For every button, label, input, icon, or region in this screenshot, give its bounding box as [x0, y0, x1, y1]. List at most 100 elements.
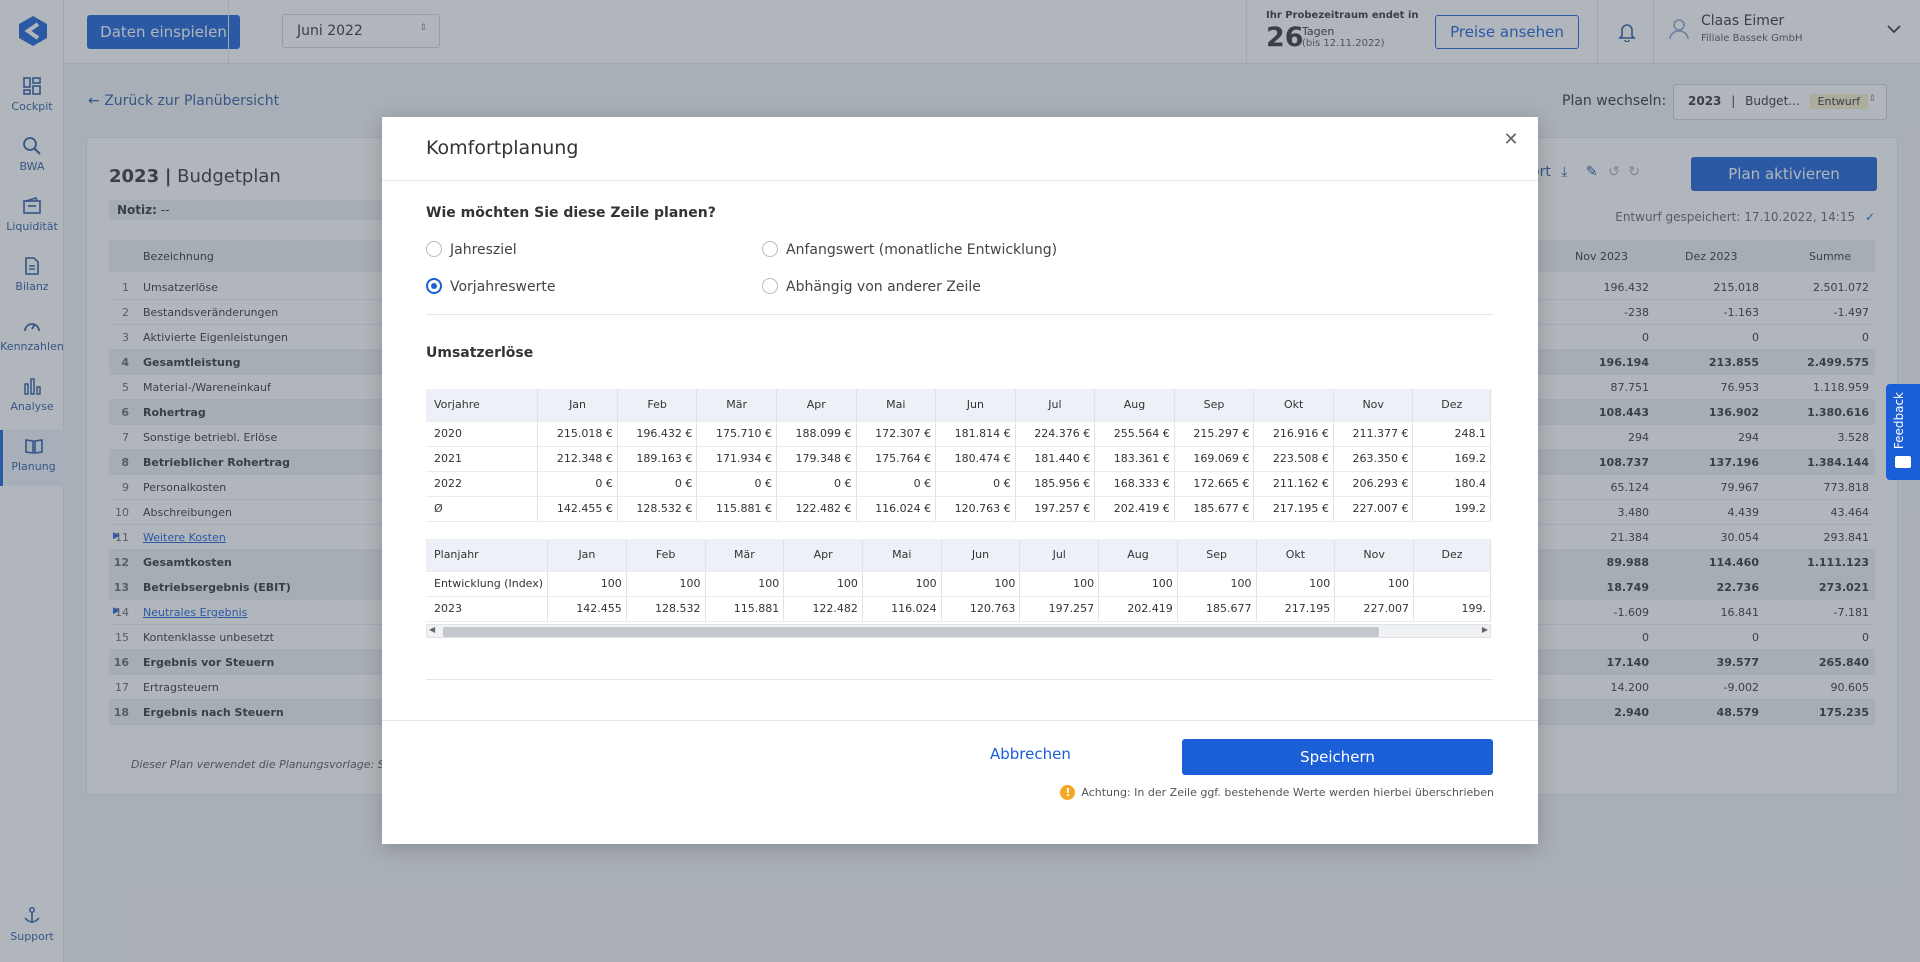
month-header-cell: Sep	[1174, 389, 1255, 422]
value-cell: 197.257	[1019, 596, 1100, 622]
table-row: 2023 142.455 128.532 115.881 122.482 116.024 1…	[426, 596, 1491, 622]
overwrite-warning: ! Achtung: In der Zeile ggf. bestehende W…	[1060, 785, 1494, 800]
feedback-tab[interactable]: Feedback	[1886, 384, 1920, 480]
table-row: Entwicklung (Index) 100 100 100 100 100 100 100…	[426, 571, 1491, 597]
value-cell: 224.376 €	[1015, 421, 1096, 447]
value-cell: 168.333 €	[1094, 471, 1175, 497]
option-vorjahreswerte[interactable]: Vorjahreswerte	[426, 278, 555, 298]
section-title: Umsatzerlöse	[426, 345, 534, 361]
option-jahresziel[interactable]: Jahresziel	[426, 241, 517, 261]
value-cell: 142.455 €	[537, 496, 618, 522]
value-cell[interactable]: 100	[941, 571, 1021, 597]
value-cell: 0 €	[776, 471, 857, 497]
value-cell[interactable]: 100	[547, 571, 627, 597]
value-cell[interactable]: 100	[783, 571, 863, 597]
option-anfangswert[interactable]: Anfangswert (monatliche Entwicklung)	[762, 241, 1057, 261]
value-cell: 116.024	[862, 596, 942, 622]
close-icon[interactable]: ✕	[1502, 131, 1520, 149]
value-cell: 211.377 €	[1333, 421, 1414, 447]
table-header-row: Vorjahre Jan Feb Mär Apr Mai Jun Jul Aug Sep Okt No…	[426, 389, 1491, 422]
scroll-right-icon[interactable]: ▶	[1482, 625, 1488, 634]
value-cell: 185.677 €	[1174, 496, 1255, 522]
month-header-cell: Feb	[617, 389, 698, 422]
value-cell: 0 €	[617, 471, 698, 497]
value-cell: 202.419 €	[1094, 496, 1175, 522]
cancel-button[interactable]: Abbrechen	[990, 745, 1071, 763]
value-cell[interactable]	[1413, 571, 1491, 597]
chat-icon	[1895, 456, 1911, 468]
month-header-cell: Jun	[935, 389, 1016, 422]
warning-text: Achtung: In der Zeile ggf. bestehende We…	[1081, 786, 1494, 799]
horizontal-scrollbar[interactable]: ◀ ▶	[426, 624, 1491, 638]
planning-question: Wie möchten Sie diese Zeile planen?	[426, 205, 716, 221]
scrollbar-thumb[interactable]	[443, 627, 1379, 637]
month-header-cell: Sep	[1177, 539, 1257, 572]
value-cell: 183.361 €	[1094, 446, 1175, 472]
value-cell[interactable]: 100	[1098, 571, 1178, 597]
row-label: 2021	[426, 446, 539, 472]
value-cell: 216.916 €	[1253, 421, 1334, 447]
row-label: Ø	[426, 496, 539, 522]
value-cell: 199.	[1413, 596, 1491, 622]
warning-icon: !	[1060, 785, 1076, 800]
value-cell: 211.162 €	[1253, 471, 1334, 497]
month-header-cell: Nov	[1334, 539, 1414, 572]
value-cell[interactable]: 100	[1256, 571, 1336, 597]
divider	[426, 314, 1493, 315]
value-cell: 169.2	[1412, 446, 1491, 472]
value-cell[interactable]: 100	[626, 571, 706, 597]
value-cell[interactable]: 100	[1177, 571, 1257, 597]
month-header-cell: Feb	[626, 539, 706, 572]
value-cell: 128.532 €	[617, 496, 698, 522]
month-header-cell: Jan	[537, 389, 618, 422]
month-header-cell: Jul	[1019, 539, 1100, 572]
value-cell: 122.482 €	[776, 496, 857, 522]
month-header-cell: Aug	[1098, 539, 1178, 572]
value-cell: 223.508 €	[1253, 446, 1334, 472]
month-header-cell: Apr	[776, 389, 857, 422]
value-cell: 120.763	[941, 596, 1021, 622]
month-header-cell: Mär	[705, 539, 785, 572]
value-cell: 215.297 €	[1174, 421, 1255, 447]
month-header-cell: Okt	[1256, 539, 1336, 572]
value-cell: 185.677	[1177, 596, 1257, 622]
value-cell: 181.814 €	[935, 421, 1016, 447]
value-cell: 0 €	[856, 471, 937, 497]
month-header-cell: Jul	[1015, 389, 1096, 422]
option-label: Vorjahreswerte	[450, 279, 556, 295]
month-header-cell: Mai	[856, 389, 937, 422]
divider	[426, 679, 1493, 680]
row-label: 2023	[426, 596, 549, 622]
value-cell: 0 €	[696, 471, 777, 497]
table-row: 2022 0 €0 €0 €0 €0 €0 €185.956 €168.333 €…	[426, 471, 1491, 497]
value-cell: 180.474 €	[935, 446, 1016, 472]
scroll-left-icon[interactable]: ◀	[429, 625, 435, 634]
radio-icon	[426, 241, 442, 257]
value-cell: 206.293 €	[1333, 471, 1414, 497]
month-header-cell: Apr	[783, 539, 863, 572]
value-cell: 189.163 €	[617, 446, 698, 472]
option-label: Anfangswert (monatliche Entwicklung)	[786, 242, 1058, 258]
value-cell[interactable]: 100	[862, 571, 942, 597]
value-cell: 180.4	[1412, 471, 1491, 497]
value-cell[interactable]: 100	[705, 571, 785, 597]
value-cell: 227.007	[1334, 596, 1414, 622]
radio-checked-icon	[426, 278, 442, 294]
value-cell: 181.440 €	[1015, 446, 1096, 472]
value-cell: 0 €	[935, 471, 1016, 497]
value-cell[interactable]: 100	[1019, 571, 1100, 597]
value-cell: 0 €	[537, 471, 618, 497]
option-abhaengig[interactable]: Abhängig von anderer Zeile	[762, 278, 981, 298]
value-cell: 175.764 €	[856, 446, 937, 472]
value-cell[interactable]: 100	[1334, 571, 1414, 597]
value-cell: 142.455	[547, 596, 627, 622]
table-header-row: Planjahr Jan Feb Mär Apr Mai Jun Jul Aug Sep Okt No…	[426, 539, 1491, 572]
value-cell: 263.350 €	[1333, 446, 1414, 472]
option-label: Jahresziel	[450, 242, 517, 258]
month-header-cell: Mär	[696, 389, 777, 422]
table-row: Ø 142.455 €128.532 €115.881 €122.482 €116…	[426, 496, 1491, 522]
save-button[interactable]: Speichern	[1182, 739, 1493, 775]
comfort-planning-modal: Komfortplanung ✕ Wie möchten Sie diese Z…	[382, 117, 1538, 844]
month-header-cell: Jan	[547, 539, 627, 572]
value-cell: 185.956 €	[1015, 471, 1096, 497]
